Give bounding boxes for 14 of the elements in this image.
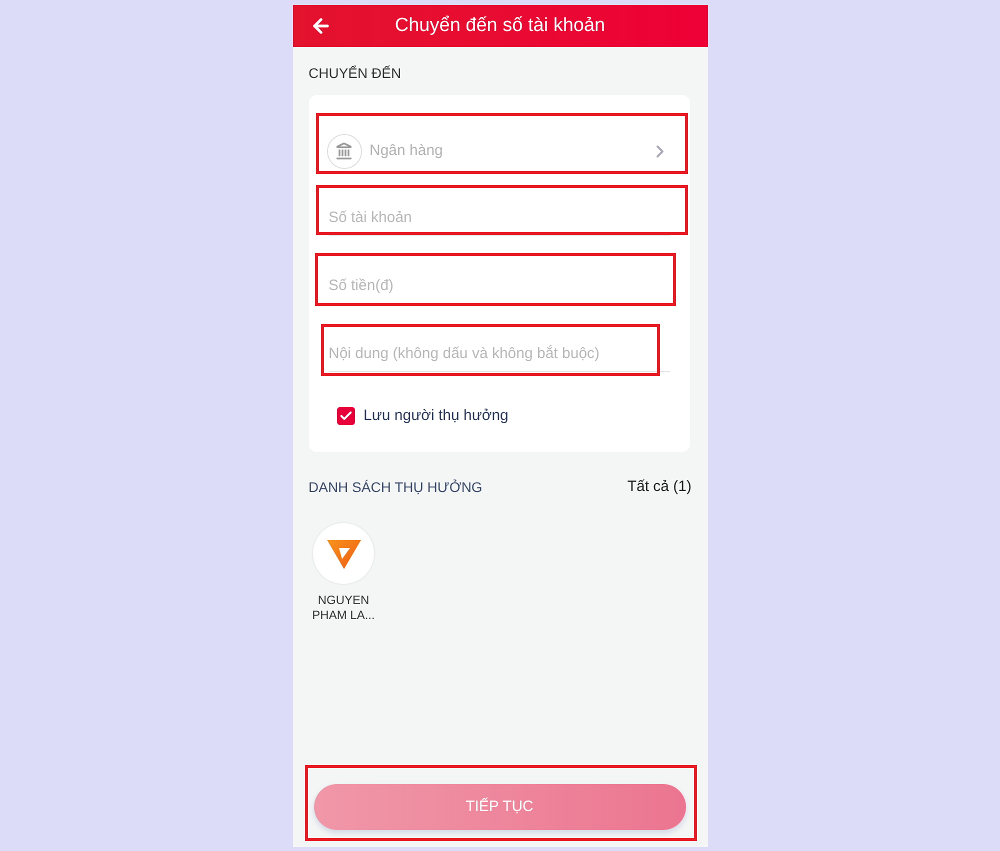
checkbox-label: Lưu người thụ hưởng: [364, 406, 508, 426]
triangle-logo-icon: [313, 523, 374, 584]
section-title: DANH SÁCH THỤ HƯỞNG: [308, 478, 482, 496]
input-field[interactable]: Số tài khoản: [328, 200, 670, 236]
section-label: CHUYỂN ĐẾN: [308, 64, 402, 83]
checkbox[interactable]: [336, 407, 354, 425]
beneficiary-item[interactable]: NGUYEN PHAM LA...: [308, 523, 378, 623]
check-icon: [338, 409, 352, 423]
see-all-link[interactable]: Tất cả (1): [627, 476, 692, 498]
chevron-right-icon: [656, 144, 664, 158]
screen-title: Chuyển đến số tài khoản: [394, 14, 606, 38]
bank-icon: [326, 134, 362, 168]
input-field[interactable]: Số tiền(đ): [328, 268, 670, 304]
input-field[interactable]: Nội dung (không dấu và không bắt buộc): [328, 336, 670, 372]
